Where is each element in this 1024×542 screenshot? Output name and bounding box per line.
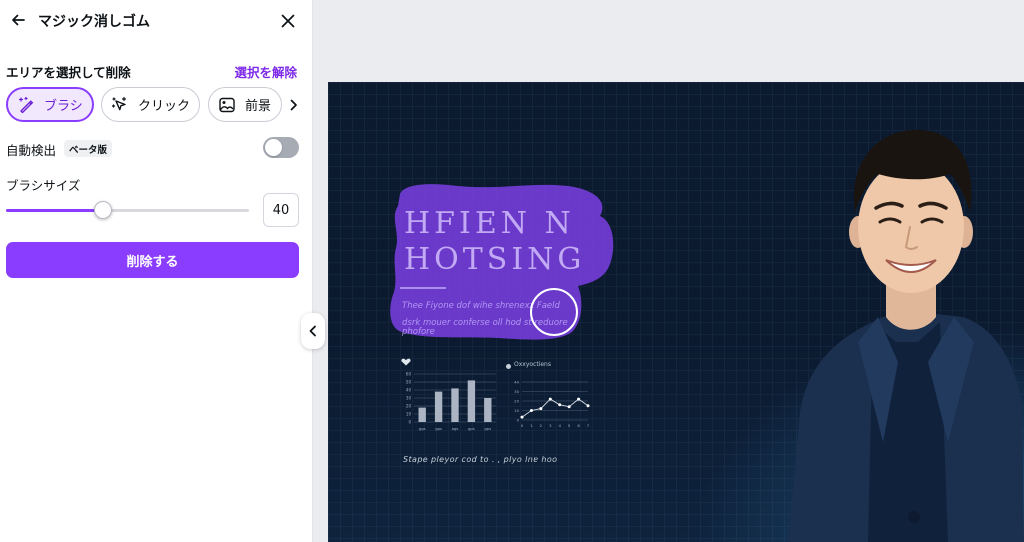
person-photo [788, 129, 1024, 542]
bar-x-tick: ggs [419, 426, 426, 431]
bar [467, 380, 476, 422]
erase-button[interactable]: 削除する [6, 242, 299, 278]
tool-brush[interactable]: ブラシ [6, 87, 94, 122]
headline-line-1: HFIEN N [404, 206, 575, 241]
line-point [577, 397, 581, 401]
bar [434, 391, 443, 422]
line-x-tick: 2 [540, 423, 543, 428]
deselect-link[interactable]: 選択を解除 [234, 62, 297, 81]
chevron-left-icon [309, 325, 316, 337]
line-x-tick: 4 [559, 423, 562, 428]
line-y-tick: 0 [517, 418, 520, 423]
brush-size-input[interactable]: 40 [263, 193, 299, 227]
headline-divider [400, 287, 446, 289]
design-canvas[interactable]: HFIEN N HOTSING Thee Fiyone dof wihe shr… [328, 82, 1024, 542]
bar-x-tick: gps [484, 426, 491, 431]
tool-click-label: クリック [138, 99, 191, 114]
bar-y-tick: 20 [406, 404, 412, 409]
bar-y-tick: 50 [406, 380, 412, 385]
line-point [529, 409, 533, 412]
line-chart-caption: Oxxyoctiens [514, 361, 551, 368]
more-tools-button[interactable] [287, 96, 301, 114]
heart-icon [401, 358, 411, 366]
panel-header: マジック消しゴム [0, 0, 313, 42]
line-chart: 0 10 20 30 40 0 1 2 3 4 5 6 7 [514, 380, 590, 429]
line-point [539, 407, 543, 411]
select-area-heading: エリアを選択して削除 [6, 65, 131, 80]
slider-fill [6, 209, 104, 212]
auto-detect-toggle[interactable] [263, 137, 299, 158]
line-y-tick: 30 [514, 389, 519, 394]
tool-foreground[interactable]: 前景 [208, 87, 282, 122]
magic-eraser-panel: マジック消しゴム エリアを選択して削除 選択を解除 ブラシ クリック 前景 自動… [0, 0, 313, 542]
foreground-icon [217, 95, 237, 115]
line-y-tick: 10 [514, 408, 519, 413]
beta-badge: ベータ版 [64, 140, 113, 157]
line-x-tick: 5 [568, 423, 571, 428]
tool-brush-label: ブラシ [44, 99, 83, 114]
line-y-tick: 40 [514, 380, 519, 385]
line-point [567, 405, 571, 409]
brush-cursor [530, 288, 578, 336]
bar-y-tick: 40 [406, 388, 412, 393]
bar [484, 398, 492, 422]
auto-detect-label: 自動検出 [6, 143, 57, 158]
slider-thumb[interactable] [94, 201, 113, 219]
footer-text: Stape pleyor cod to . , plyo lnɐ hoo [403, 455, 558, 464]
bar-x-tick: gps [435, 426, 442, 431]
line-x-tick: 7 [587, 423, 590, 428]
close-button[interactable] [277, 10, 299, 32]
magic-cursor-icon [110, 95, 130, 115]
line-point [548, 397, 552, 401]
line-point [520, 415, 524, 419]
brush-size-slider[interactable] [6, 200, 249, 220]
tool-foreground-label: 前景 [245, 99, 272, 114]
bar [418, 407, 426, 422]
bar-y-tick: 10 [406, 412, 412, 417]
arrow-left-icon [12, 14, 25, 26]
line-point [558, 403, 562, 407]
line-series [521, 398, 589, 418]
back-button[interactable] [8, 10, 28, 30]
collapse-panel-button[interactable] [301, 313, 325, 349]
brush-size-label: ブラシサイズ [6, 178, 81, 193]
headline-line-2: HOTSING [404, 242, 586, 277]
bar [451, 388, 459, 422]
tool-click[interactable]: クリック [101, 87, 200, 122]
close-icon [281, 14, 295, 28]
toggle-knob [265, 139, 282, 156]
line-x-tick: 3 [549, 423, 552, 428]
bar-y-tick: 30 [406, 396, 412, 401]
line-x-tick: 0 [521, 423, 524, 428]
bar-y-tick: 60 [406, 372, 412, 377]
panel-title: マジック消しゴム [38, 14, 150, 30]
bar-chart: 0 10 20 30 40 50 60 ggs gps ags gps gps [406, 372, 496, 431]
chevron-right-icon [290, 99, 297, 111]
bar-x-tick: ags [452, 426, 459, 431]
line-y-tick: 20 [514, 399, 519, 404]
bar-x-tick: gps [468, 426, 475, 431]
magic-brush-icon [16, 95, 36, 115]
line-x-tick: 1 [530, 423, 533, 428]
bar-y-tick: 0 [408, 420, 411, 425]
legend-dot [506, 364, 511, 369]
subtext-line-3: phofore [402, 327, 435, 337]
line-x-tick: 6 [577, 423, 580, 428]
line-point [586, 404, 590, 408]
